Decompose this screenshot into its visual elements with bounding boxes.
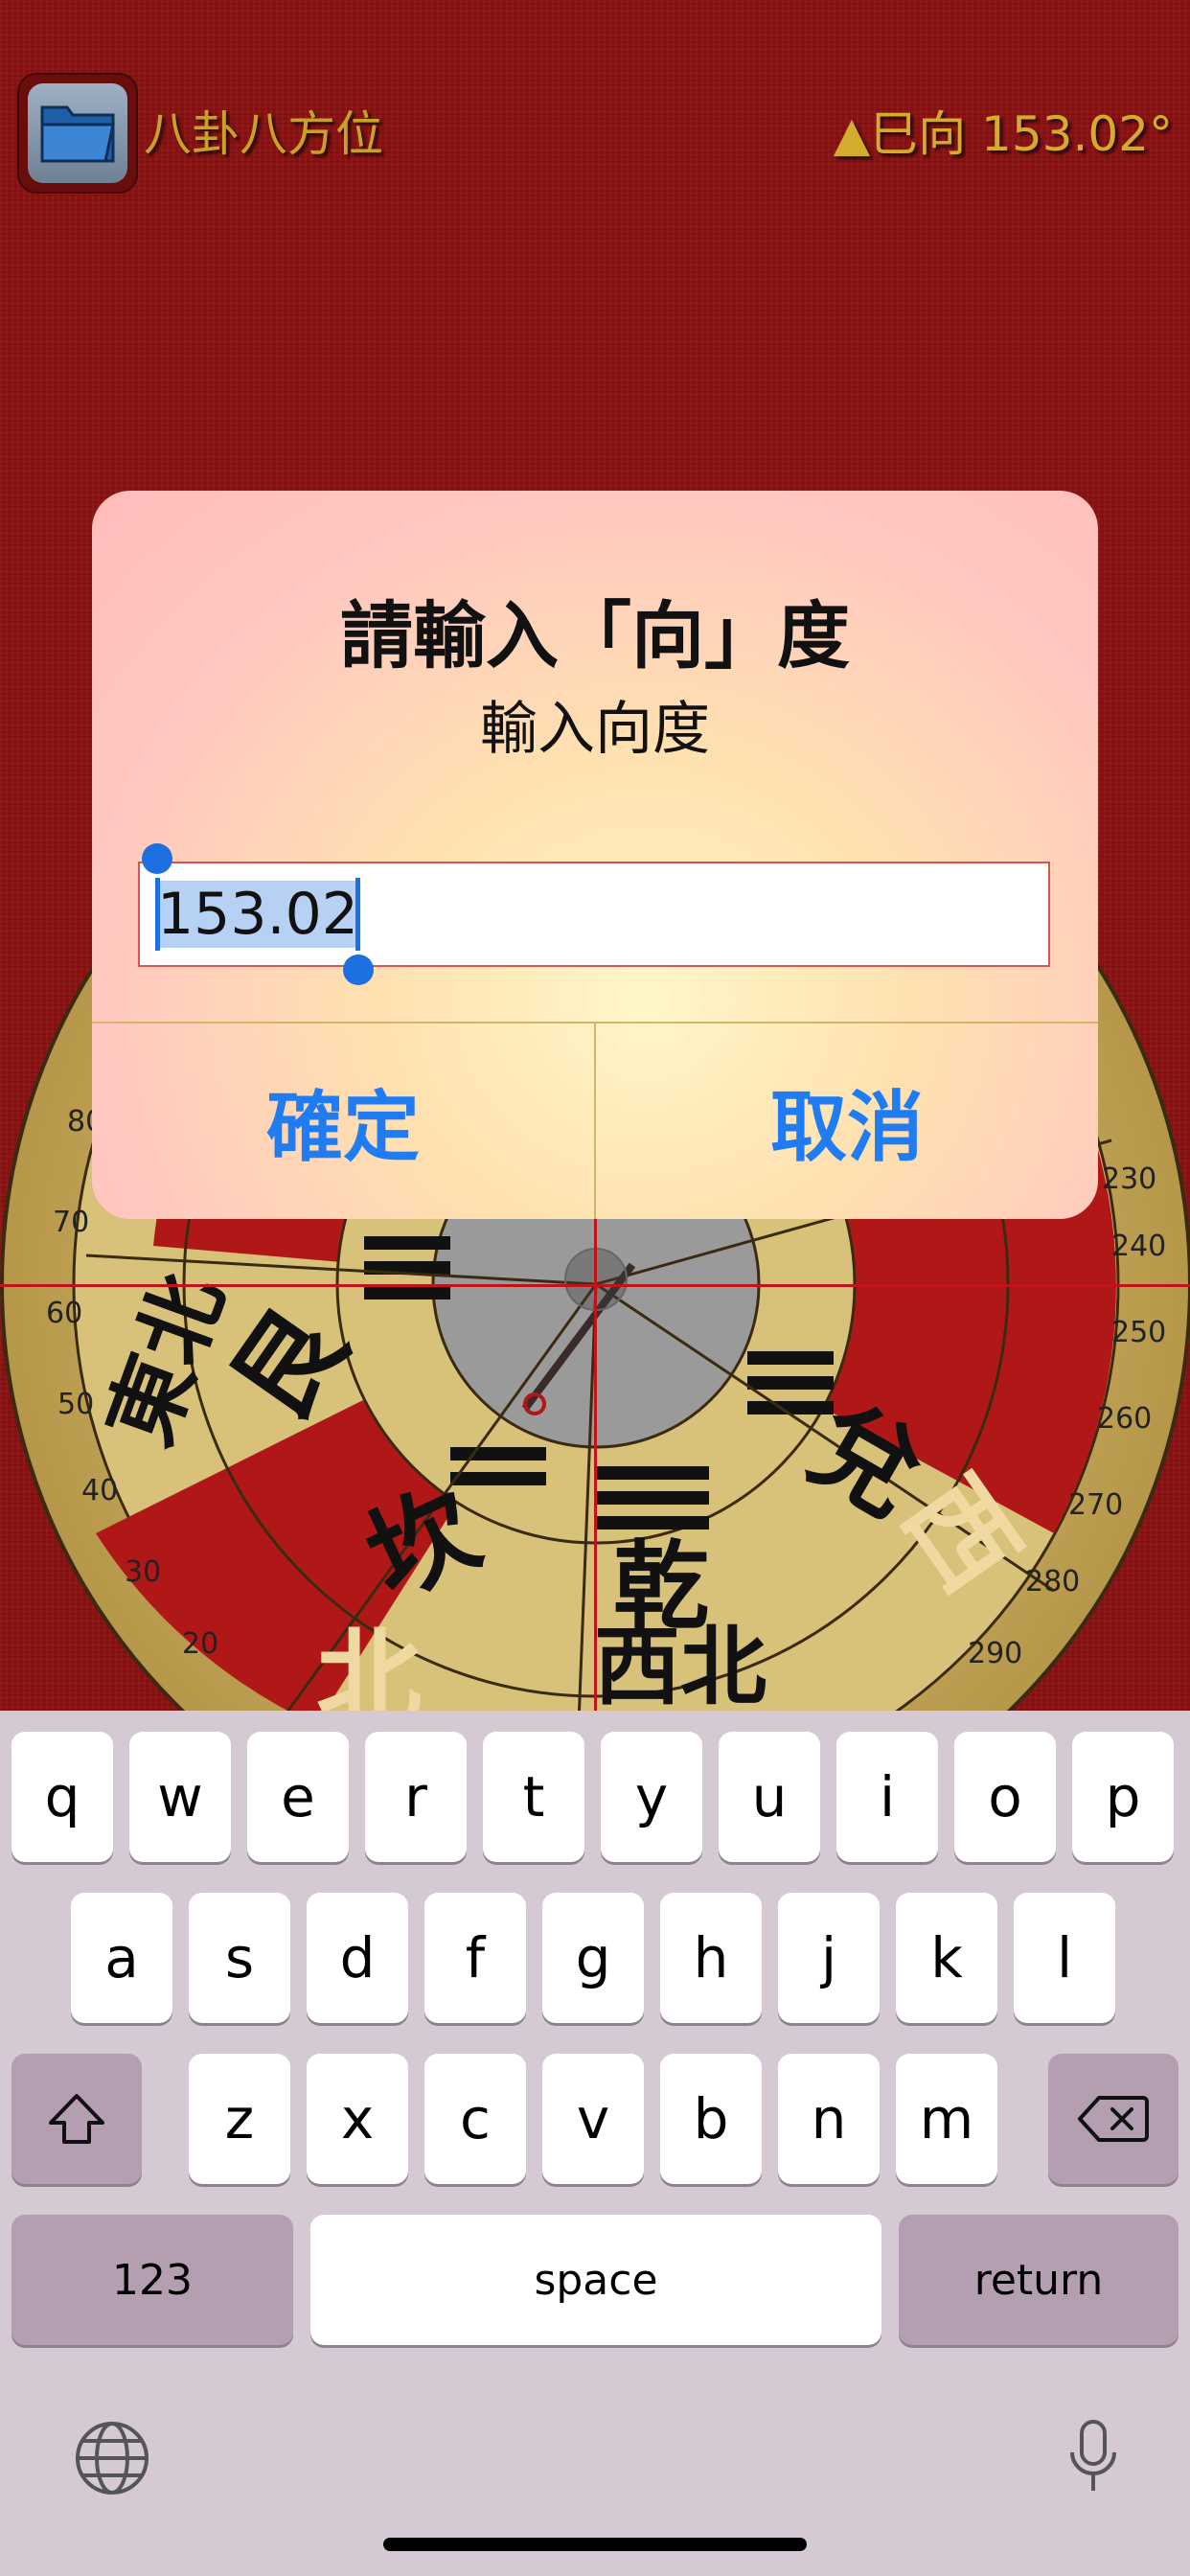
key-f[interactable]: f: [424, 1893, 526, 2023]
keyboard: q w e r t y u i o p a s d f g h j k l z …: [0, 1711, 1190, 2576]
confirm-button[interactable]: 確定: [92, 1024, 594, 1219]
key-i[interactable]: i: [836, 1732, 938, 1862]
svg-text:260: 260: [1097, 1402, 1152, 1436]
svg-text:290: 290: [968, 1637, 1022, 1670]
key-o[interactable]: o: [954, 1732, 1056, 1862]
key-g[interactable]: g: [542, 1893, 644, 2023]
key-p[interactable]: p: [1072, 1732, 1174, 1862]
alert-message: 輸入向度: [480, 696, 710, 763]
home-indicator[interactable]: [383, 2538, 807, 2551]
key-j[interactable]: j: [778, 1893, 880, 2023]
cancel-button[interactable]: 取消: [596, 1024, 1098, 1219]
input-value: 153.02: [157, 881, 358, 948]
svg-text:北: 北: [316, 1618, 422, 1711]
selection-start-handle[interactable]: [142, 843, 172, 951]
app-title: 八卦八方位: [144, 106, 383, 162]
globe-icon[interactable]: [69, 2415, 155, 2501]
svg-text:50: 50: [57, 1388, 94, 1421]
key-t[interactable]: t: [483, 1732, 584, 1862]
delete-key[interactable]: [1048, 2054, 1179, 2184]
key-r[interactable]: r: [365, 1732, 467, 1862]
degree-input-alert: 請輸入「向」度 輸入向度 153.02 確定 取消: [92, 491, 1098, 1219]
alert-title: 請輸入「向」度: [340, 593, 850, 678]
key-a[interactable]: a: [71, 1893, 172, 2023]
folder-icon: [40, 105, 115, 163]
key-k[interactable]: k: [896, 1893, 997, 2023]
svg-text:250: 250: [1111, 1316, 1166, 1349]
svg-text:280: 280: [1025, 1565, 1080, 1598]
key-w[interactable]: w: [129, 1732, 231, 1862]
key-d[interactable]: d: [307, 1893, 408, 2023]
open-file-button[interactable]: [17, 73, 138, 194]
key-u[interactable]: u: [719, 1732, 820, 1862]
key-m[interactable]: m: [896, 2054, 997, 2184]
key-e[interactable]: e: [247, 1732, 349, 1862]
selection-end-handle[interactable]: [342, 878, 374, 985]
key-y[interactable]: y: [601, 1732, 702, 1862]
svg-text:230: 230: [1102, 1162, 1156, 1196]
svg-text:240: 240: [1111, 1230, 1166, 1263]
key-q[interactable]: q: [11, 1732, 113, 1862]
microphone-icon[interactable]: [1050, 2415, 1136, 2501]
svg-text:70: 70: [53, 1206, 89, 1239]
selected-text: 153.02: [142, 843, 374, 985]
key-s[interactable]: s: [189, 1893, 290, 2023]
degree-input-field[interactable]: 153.02: [138, 843, 1050, 985]
svg-text:40: 40: [81, 1474, 118, 1507]
return-key[interactable]: return: [899, 2215, 1179, 2345]
svg-text:20: 20: [182, 1627, 218, 1661]
key-c[interactable]: c: [424, 2054, 526, 2184]
svg-text:30: 30: [125, 1555, 161, 1589]
delete-icon: [1078, 2096, 1149, 2142]
heading-readout: ▲巳向 153.02°: [833, 106, 1173, 162]
shift-icon: [49, 2094, 104, 2144]
key-h[interactable]: h: [660, 1893, 762, 2023]
key-v[interactable]: v: [542, 2054, 644, 2184]
svg-text:西北: 西北: [594, 1617, 767, 1711]
shift-key[interactable]: [11, 2054, 142, 2184]
key-n[interactable]: n: [778, 2054, 880, 2184]
key-b[interactable]: b: [660, 2054, 762, 2184]
key-z[interactable]: z: [189, 2054, 290, 2184]
svg-text:60: 60: [46, 1297, 82, 1330]
space-key[interactable]: space: [310, 2215, 881, 2345]
svg-text:270: 270: [1068, 1488, 1123, 1522]
key-l[interactable]: l: [1014, 1893, 1115, 2023]
numbers-key[interactable]: 123: [11, 2215, 293, 2345]
key-x[interactable]: x: [307, 2054, 408, 2184]
